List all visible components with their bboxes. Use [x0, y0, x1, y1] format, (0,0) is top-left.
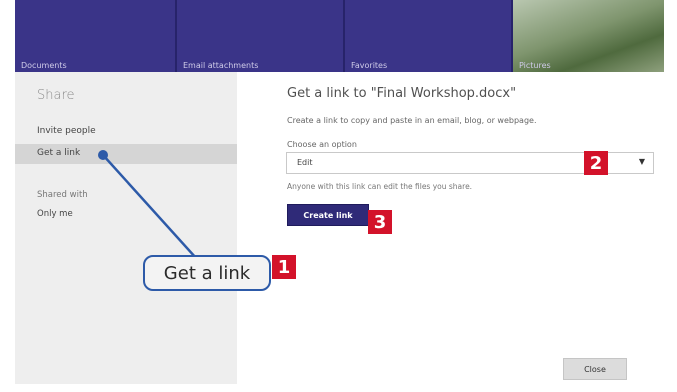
callout-dot — [98, 150, 108, 160]
step-badge-3: 3 — [368, 210, 392, 234]
step-badge-1: 1 — [272, 255, 296, 279]
callout-line — [102, 154, 197, 259]
callout-bubble: Get a link — [143, 255, 271, 291]
step-badge-2: 2 — [584, 151, 608, 175]
screenshot-frame: Documents Email attachments Favorites Pi… — [0, 0, 677, 392]
callout-connector — [98, 150, 197, 259]
